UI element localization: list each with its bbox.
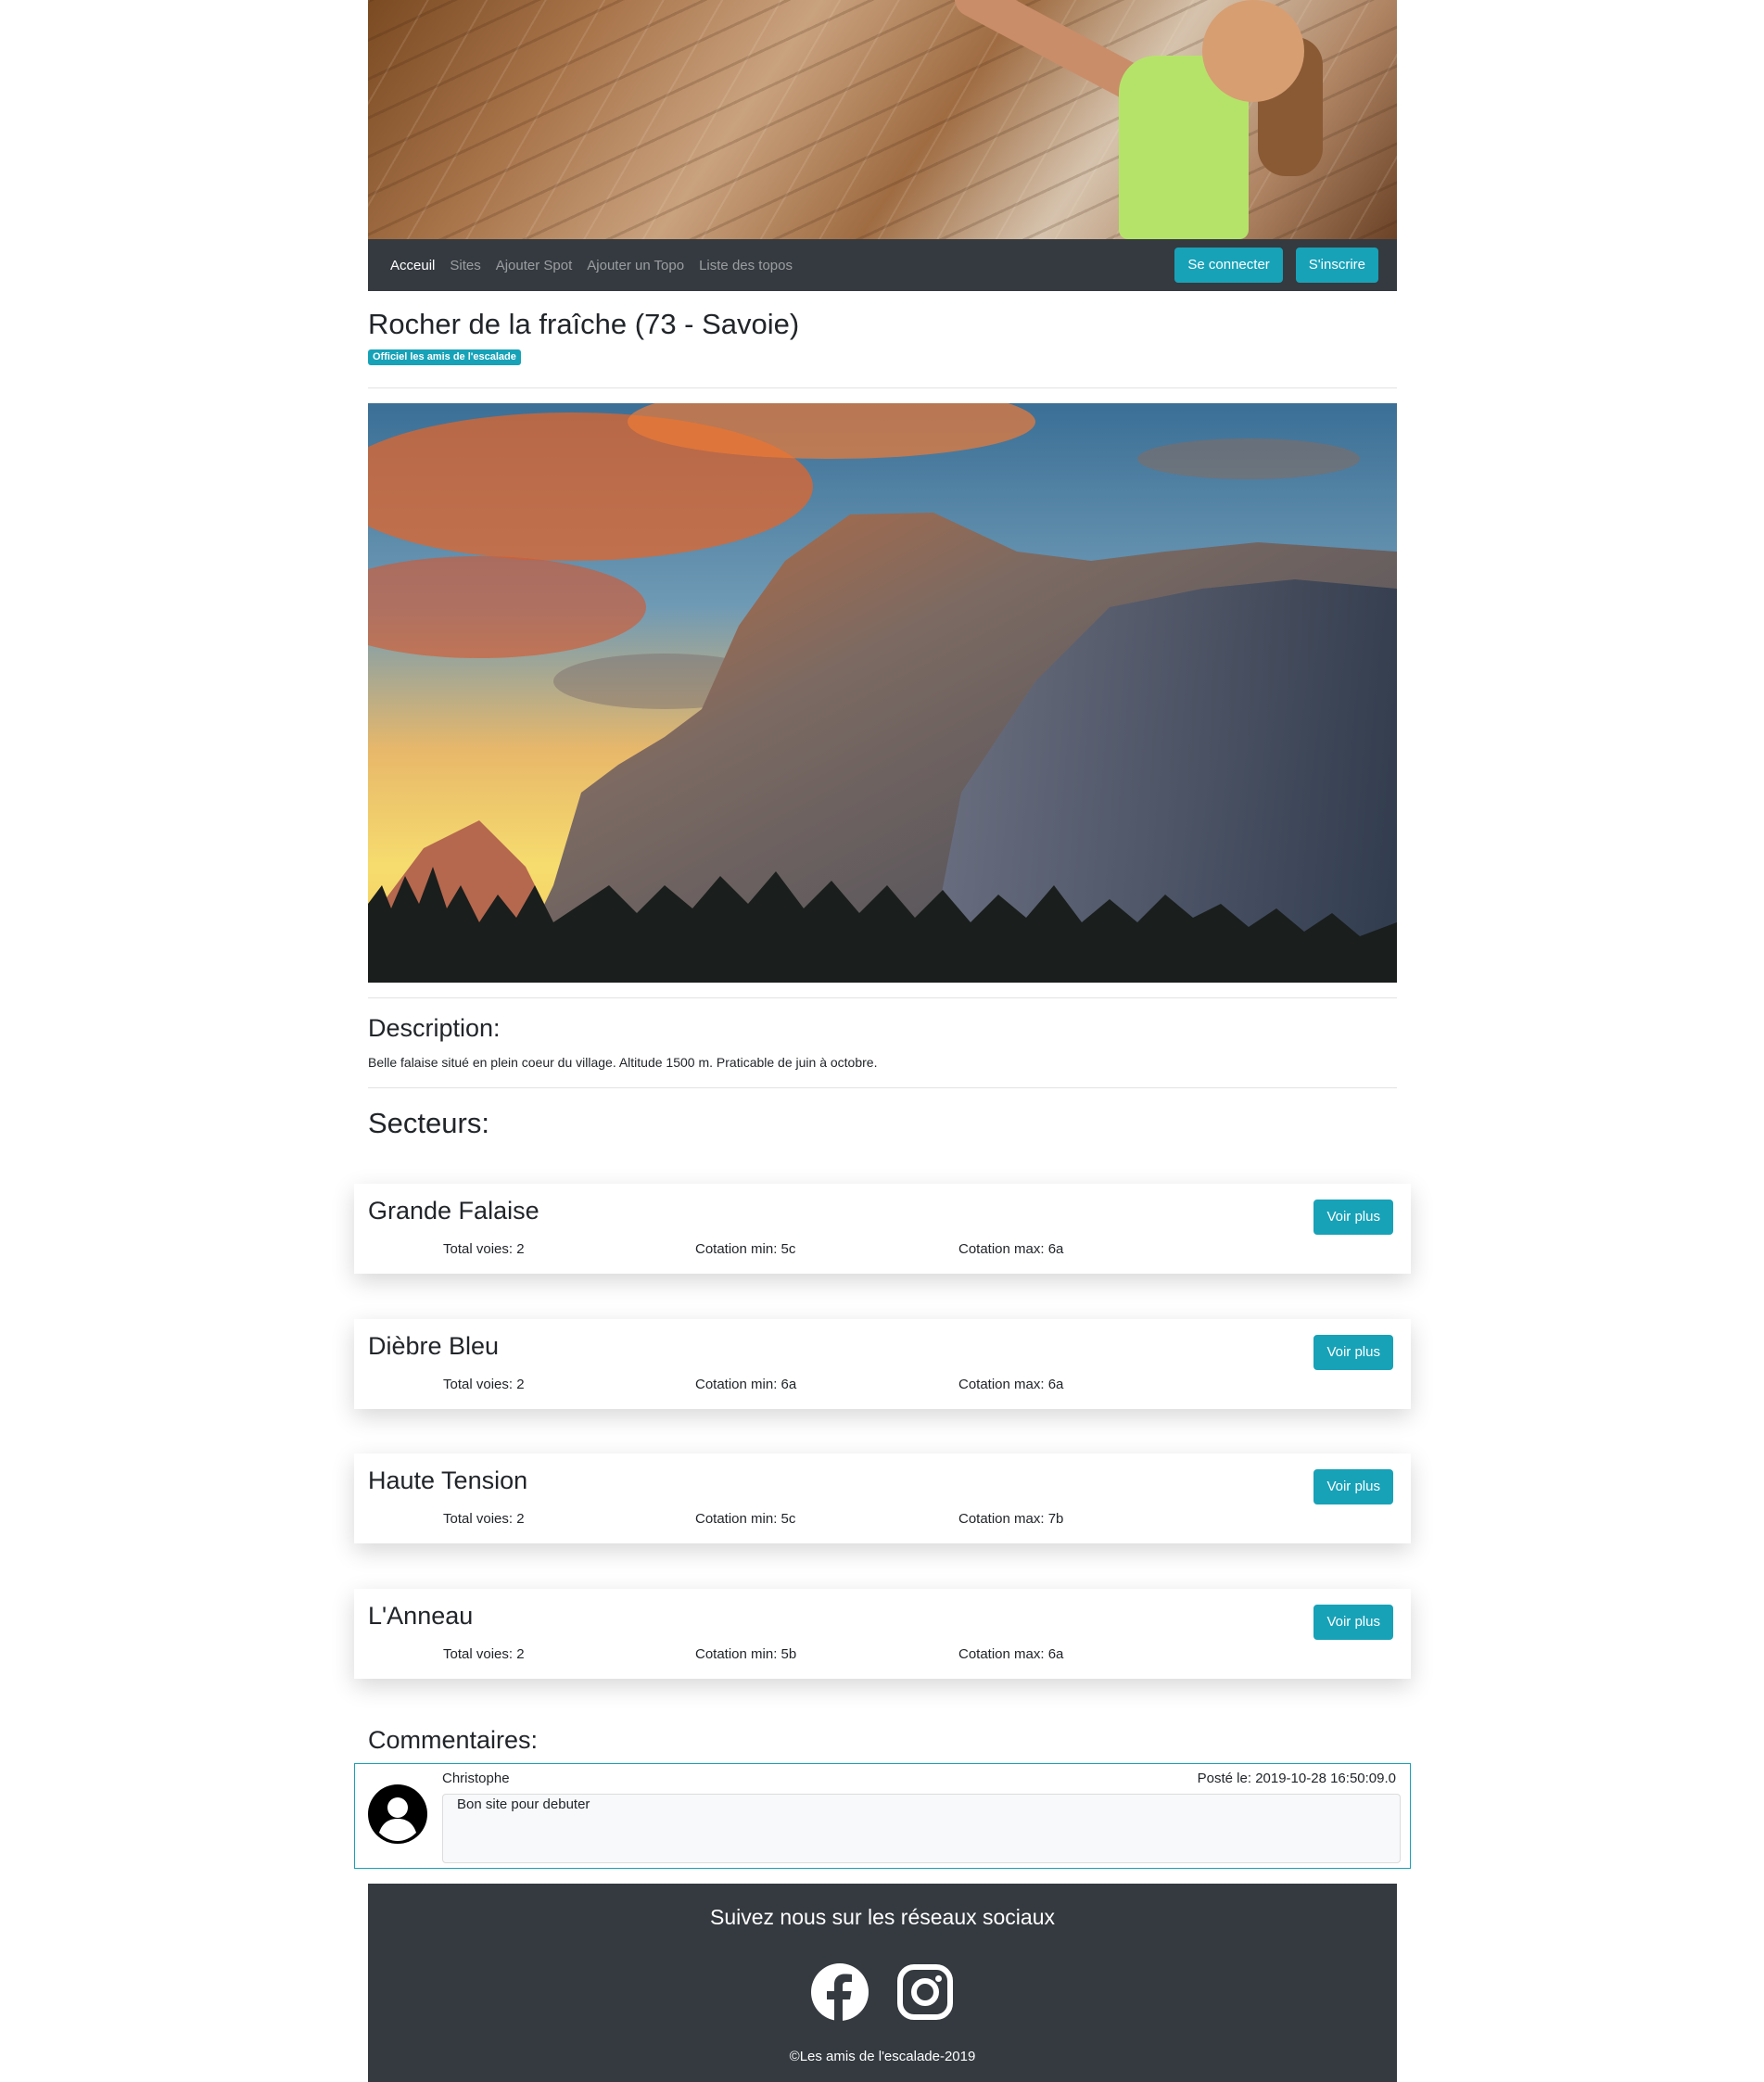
- sector-grade-min: Cotation min: 5b: [695, 1646, 797, 1662]
- sector-grade-min: Cotation min: 6a: [695, 1377, 797, 1392]
- main-container: Acceuil Sites Ajouter Spot Ajouter un To…: [368, 0, 1397, 1754]
- sector-grade-min: Cotation min: 5c: [695, 1511, 796, 1527]
- sector-grade-max: Cotation max: 6a: [958, 1241, 1064, 1257]
- comment-author: Christophe: [442, 1771, 510, 1786]
- official-badge: Officiel les amis de l'escalade: [368, 349, 521, 365]
- social-icons: [368, 1962, 1397, 2022]
- sector-grade-max: Cotation max: 6a: [958, 1646, 1064, 1662]
- sector-name: L'Anneau: [368, 1602, 474, 1630]
- sector-total-routes: Total voies: 2: [443, 1241, 525, 1257]
- footer: Suivez nous sur les réseaux sociaux ©Les…: [368, 1884, 1397, 2082]
- comment-text: Bon site pour debuter: [442, 1794, 1401, 1863]
- sector-name: Grande Falaise: [368, 1197, 539, 1225]
- login-button[interactable]: Se connecter: [1174, 248, 1283, 283]
- sector-view-more-button[interactable]: Voir plus: [1313, 1469, 1393, 1504]
- sectors-heading: Secteurs:: [368, 1107, 489, 1139]
- sector-card: L'Anneau Total voies: 2 Cotation min: 5b…: [354, 1589, 1411, 1679]
- nav-auth-buttons: Se connecter S'inscrire: [1161, 248, 1378, 283]
- facebook-icon[interactable]: [810, 1962, 869, 2022]
- sector-card: Grande Falaise Total voies: 2 Cotation m…: [354, 1184, 1411, 1274]
- navbar: Acceuil Sites Ajouter Spot Ajouter un To…: [368, 239, 1397, 291]
- sector-card: Haute Tension Total voies: 2 Cotation mi…: [354, 1454, 1411, 1543]
- sector-view-more-button[interactable]: Voir plus: [1313, 1200, 1393, 1235]
- copyright: ©Les amis de l'escalade-2019: [789, 2049, 976, 2064]
- header-banner-image: [368, 0, 1397, 239]
- sector-name: Haute Tension: [368, 1466, 528, 1494]
- nav-item-sites[interactable]: Sites: [450, 258, 480, 273]
- sector-total-routes: Total voies: 2: [443, 1511, 525, 1527]
- sector-name: Dièbre Bleu: [368, 1332, 500, 1360]
- comment-date: Posté le: 2019-10-28 16:50:09.0: [1197, 1771, 1396, 1786]
- page-title: Rocher de la fraîche (73 - Savoie): [368, 308, 800, 340]
- divider: [368, 1087, 1397, 1088]
- sector-view-more-button[interactable]: Voir plus: [1313, 1335, 1393, 1370]
- sector-total-routes: Total voies: 2: [443, 1646, 525, 1662]
- nav-links: Acceuil Sites Ajouter Spot Ajouter un To…: [390, 258, 807, 273]
- site-photo: [368, 403, 1397, 983]
- divider: [368, 997, 1397, 998]
- nav-item-accueil[interactable]: Acceuil: [390, 258, 435, 273]
- nav-item-ajouter-spot[interactable]: Ajouter Spot: [496, 258, 573, 273]
- nav-item-ajouter-topo[interactable]: Ajouter un Topo: [587, 258, 684, 273]
- signup-button[interactable]: S'inscrire: [1295, 248, 1378, 283]
- sector-view-more-button[interactable]: Voir plus: [1313, 1605, 1393, 1640]
- comments-heading: Commentaires:: [368, 1726, 539, 1754]
- sector-grade-min: Cotation min: 5c: [695, 1241, 796, 1257]
- description-heading: Description:: [368, 1014, 501, 1042]
- footer-title: Suivez nous sur les réseaux sociaux: [709, 1905, 1056, 1929]
- comment-card: Christophe Posté le: 2019-10-28 16:50:09…: [354, 1763, 1411, 1869]
- sector-total-routes: Total voies: 2: [443, 1377, 525, 1392]
- sector-card: Dièbre Bleu Total voies: 2 Cotation min:…: [354, 1319, 1411, 1409]
- divider: [368, 387, 1397, 388]
- instagram-icon[interactable]: [895, 1962, 955, 2022]
- user-avatar-icon: [368, 1784, 427, 1844]
- sector-grade-max: Cotation max: 6a: [958, 1377, 1064, 1392]
- nav-item-liste-topos[interactable]: Liste des topos: [699, 258, 793, 273]
- description-text: Belle falaise situé en plein coeur du vi…: [368, 1055, 878, 1070]
- sector-grade-max: Cotation max: 7b: [958, 1511, 1064, 1527]
